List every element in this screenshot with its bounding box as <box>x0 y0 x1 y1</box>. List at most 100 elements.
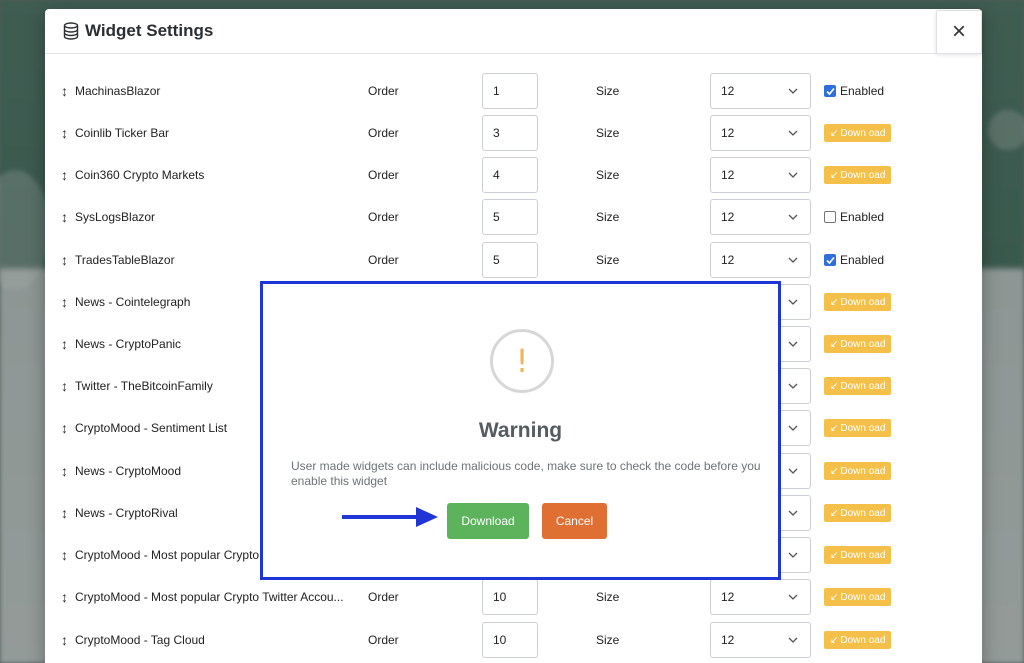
order-label: Order <box>368 210 399 224</box>
download-widget-button[interactable]: ↙ Down oad <box>824 293 892 311</box>
download-label: Down oad <box>840 380 886 392</box>
size-label: Size <box>596 126 620 140</box>
drag-handle-icon[interactable]: ↕ <box>61 209 68 225</box>
drag-handle-icon[interactable]: ↕ <box>61 252 68 268</box>
widget-name: Coin360 Crypto Markets <box>75 168 205 182</box>
size-select[interactable]: 12 <box>710 199 811 235</box>
order-input[interactable]: 4 <box>482 157 538 193</box>
widget-name: Coinlib Ticker Bar <box>75 126 170 140</box>
download-widget-button[interactable]: ↙ Down oad <box>824 588 892 606</box>
enabled-checkbox[interactable] <box>824 254 836 266</box>
drag-handle-icon[interactable]: ↕ <box>61 167 68 183</box>
download-widget-button[interactable]: ↙ Down oad <box>824 504 892 522</box>
warning-title: Warning <box>478 419 563 442</box>
size-label: Size <box>596 253 620 267</box>
widget-name: CryptoMood - Most popular Crypto Twitter… <box>75 590 344 604</box>
chevron-down-icon <box>788 341 798 347</box>
order-input[interactable]: 3 <box>482 115 538 151</box>
size-label: Size <box>596 168 620 182</box>
size-label: Size <box>596 84 620 98</box>
download-widget-button[interactable]: ↙ Down oad <box>824 166 892 184</box>
drag-handle-icon[interactable]: ↕ <box>61 378 68 394</box>
download-widget-button[interactable]: ↙ Down oad <box>824 377 892 395</box>
drag-handle-icon[interactable]: ↕ <box>61 463 68 479</box>
size-value: 12 <box>721 84 735 98</box>
cancel-button[interactable]: Cancel <box>542 503 607 539</box>
order-value: 10 <box>493 590 507 604</box>
size-select[interactable]: 12 <box>710 73 811 109</box>
download-button[interactable]: Download <box>447 503 529 539</box>
checkmark-icon <box>825 256 835 264</box>
download-widget-button[interactable]: ↙ Down oad <box>824 631 892 649</box>
enabled-toggle[interactable]: Enabled <box>824 210 884 224</box>
drag-handle-icon[interactable]: ↕ <box>61 294 68 310</box>
widget-row: ↕ CryptoMood - Most popular Crypto Twitte… <box>45 576 982 618</box>
download-label: Down oad <box>840 465 886 477</box>
order-value: 3 <box>493 126 500 140</box>
download-widget-button[interactable]: ↙ Down oad <box>824 546 892 564</box>
download-icon: ↙ <box>830 338 839 350</box>
size-value: 12 <box>721 590 735 604</box>
checkmark-icon <box>825 87 835 95</box>
size-value: 12 <box>721 126 735 140</box>
size-value: 12 <box>721 210 735 224</box>
size-select[interactable]: 12 <box>710 622 811 658</box>
chevron-down-icon <box>788 299 798 305</box>
drag-handle-icon[interactable]: ↕ <box>61 420 68 436</box>
download-widget-button[interactable]: ↙ Down oad <box>824 419 892 437</box>
order-label: Order <box>368 84 399 98</box>
size-select[interactable]: 12 <box>710 242 811 278</box>
download-label: Down oad <box>840 338 886 350</box>
widget-row: ↕ SysLogsBlazor Order 5 Size 12 Enabled <box>45 196 982 238</box>
order-input[interactable]: 10 <box>482 579 538 615</box>
order-input[interactable]: 1 <box>482 73 538 109</box>
download-widget-button[interactable]: ↙ Down oad <box>824 335 892 353</box>
widget-name: TradesTableBlazor <box>75 253 175 267</box>
order-label: Order <box>368 168 399 182</box>
enabled-checkbox[interactable] <box>824 85 836 97</box>
drag-handle-icon[interactable]: ↕ <box>61 547 68 563</box>
drag-handle-icon[interactable]: ↕ <box>61 336 68 352</box>
database-icon <box>63 22 79 40</box>
order-input[interactable]: 10 <box>482 622 538 658</box>
order-value: 5 <box>493 210 500 224</box>
order-input[interactable]: 5 <box>482 242 538 278</box>
download-icon: ↙ <box>830 634 839 646</box>
chevron-down-icon <box>788 172 798 178</box>
download-widget-button[interactable]: ↙ Down oad <box>824 124 892 142</box>
warning-icon-circle: ! <box>490 329 554 393</box>
enabled-toggle[interactable]: Enabled <box>824 253 884 267</box>
close-icon: × <box>951 18 966 45</box>
drag-handle-icon[interactable]: ↕ <box>61 83 68 99</box>
chevron-down-icon <box>788 214 798 220</box>
download-widget-button[interactable]: ↙ Down oad <box>824 462 892 480</box>
chevron-down-icon <box>788 552 798 558</box>
arrow-pointer-icon <box>342 507 438 527</box>
close-button[interactable]: × <box>936 10 982 54</box>
chevron-down-icon <box>788 130 798 136</box>
download-icon: ↙ <box>830 127 839 139</box>
order-input[interactable]: 5 <box>482 199 538 235</box>
download-label: Down oad <box>840 422 886 434</box>
chevron-down-icon <box>788 468 798 474</box>
size-value: 12 <box>721 633 735 647</box>
drag-handle-icon[interactable]: ↕ <box>61 505 68 521</box>
download-icon: ↙ <box>830 507 839 519</box>
widget-name: CryptoMood - Tag Cloud <box>75 633 205 647</box>
enabled-toggle[interactable]: Enabled <box>824 84 884 98</box>
drag-handle-icon[interactable]: ↕ <box>61 589 68 605</box>
order-label: Order <box>368 253 399 267</box>
download-label: Down oad <box>840 169 886 181</box>
drag-handle-icon[interactable]: ↕ <box>61 632 68 648</box>
download-icon: ↙ <box>830 591 839 603</box>
enabled-checkbox[interactable] <box>824 211 836 223</box>
download-label: Down oad <box>840 507 886 519</box>
widget-name: MachinasBlazor <box>75 84 161 98</box>
size-label: Size <box>596 633 620 647</box>
drag-handle-icon[interactable]: ↕ <box>61 125 68 141</box>
download-label: Down oad <box>840 127 886 139</box>
size-select[interactable]: 12 <box>710 115 811 151</box>
size-select[interactable]: 12 <box>710 579 811 615</box>
size-label: Size <box>596 590 620 604</box>
size-select[interactable]: 12 <box>710 157 811 193</box>
